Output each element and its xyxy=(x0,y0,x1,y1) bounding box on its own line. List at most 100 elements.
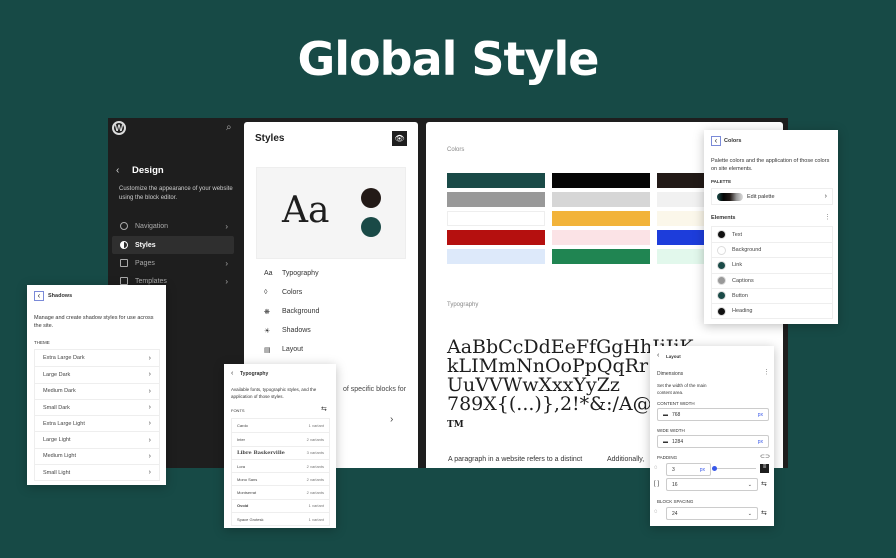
back-button[interactable]: ‹ xyxy=(711,136,721,146)
element-item-background[interactable]: Background xyxy=(712,242,832,257)
font-variants: 3 variants xyxy=(306,450,324,456)
chevron-right-icon: › xyxy=(148,452,151,460)
shadow-item[interactable]: Medium Light › xyxy=(35,447,159,464)
font-variants: 2 variants xyxy=(306,476,324,482)
styles-menu-typography[interactable]: Aa Typography xyxy=(264,270,319,277)
color-indicator-icon xyxy=(717,245,726,255)
style-preview[interactable]: Aa xyxy=(256,167,406,259)
unit-label: px xyxy=(757,438,763,445)
element-item-link[interactable]: Link xyxy=(712,257,832,272)
content-width-input[interactable]: ▬ 768 px xyxy=(657,408,769,421)
adjust-icon[interactable]: ⇆ xyxy=(761,509,767,517)
chevron-right-icon: › xyxy=(225,276,228,286)
search-icon[interactable]: ⌕ xyxy=(226,122,232,133)
content-width-value: 768 xyxy=(672,411,681,418)
color-swatch[interactable] xyxy=(552,230,650,245)
element-label: Captions xyxy=(732,277,754,284)
shadow-item[interactable]: Small Dark › xyxy=(35,398,159,415)
block-spacing-value: 24 xyxy=(672,510,678,517)
back-icon[interactable]: ‹ xyxy=(116,165,119,176)
shadow-item[interactable]: Large Light › xyxy=(35,431,159,447)
more-options-icon[interactable]: ⋮ xyxy=(824,213,831,221)
blocks-chevron-icon[interactable]: › xyxy=(390,414,393,425)
palette-label: PALETTE xyxy=(711,179,732,184)
adjust-icon[interactable]: ⇆ xyxy=(761,480,767,488)
wide-width-input[interactable]: ▬ 1284 px xyxy=(657,435,769,448)
more-options-icon[interactable]: ⋮ xyxy=(763,368,770,376)
typography-icon: Aa xyxy=(264,270,273,277)
element-item-captions[interactable]: Captions xyxy=(712,272,832,288)
font-item[interactable]: Inter 2 variants xyxy=(232,432,329,445)
sidebar-item-styles[interactable]: Styles xyxy=(112,236,234,254)
nav-label: Styles xyxy=(135,241,156,249)
font-item[interactable]: Space Grotesk 1 variant xyxy=(232,512,329,525)
wordpress-logo-icon[interactable]: W xyxy=(112,121,126,135)
layout-icon: ▤ xyxy=(264,347,271,354)
color-swatch[interactable] xyxy=(447,211,545,226)
color-swatch[interactable] xyxy=(447,192,545,207)
block-spacing-label: BLOCK SPACING xyxy=(657,499,694,504)
color-swatch[interactable] xyxy=(552,192,650,207)
element-item-heading[interactable]: Heading xyxy=(712,302,832,318)
element-item-button[interactable]: Button xyxy=(712,287,832,303)
styles-menu-layout[interactable]: ▤ Layout xyxy=(264,346,303,354)
shadow-item[interactable]: Large Dark › xyxy=(35,366,159,382)
shadow-label: Extra Large Dark xyxy=(43,355,85,362)
shadow-item[interactable]: Small Light › xyxy=(35,464,159,480)
sidebar-item-navigation[interactable]: Navigation › xyxy=(112,217,234,235)
styles-menu-colors[interactable]: ◊ Colors xyxy=(264,289,302,296)
paragraph-sample: A paragraph in a website refers to a dis… xyxy=(448,456,583,463)
color-indicator-icon xyxy=(717,306,726,316)
preview-eye-button[interactable]: 👁 xyxy=(392,131,407,146)
font-item[interactable]: Ovoid 1 variant xyxy=(232,498,329,512)
color-swatch[interactable] xyxy=(552,249,650,264)
block-spacing-select[interactable]: 24 ⌄ xyxy=(666,507,758,520)
shadow-label: Large Light xyxy=(43,437,71,444)
padding-options-button[interactable]: ≡ xyxy=(760,464,769,473)
spacing-icon: ◌ xyxy=(654,509,658,515)
edit-palette-button[interactable]: Edit palette › xyxy=(711,188,833,205)
shadow-label: Small Light xyxy=(43,469,71,476)
sidebar-item-pages[interactable]: Pages › xyxy=(112,254,234,272)
templates-icon xyxy=(120,277,128,285)
element-label: Link xyxy=(732,262,743,269)
back-icon[interactable]: ‹ xyxy=(231,370,233,377)
styles-title: Styles xyxy=(255,133,285,144)
typography-card: ‹ Typography Available fonts, typographi… xyxy=(224,364,336,528)
menu-label: Typography xyxy=(282,270,319,277)
shadow-item[interactable]: Extra Large Light › xyxy=(35,415,159,431)
edit-palette-label: Edit palette xyxy=(747,193,775,200)
font-item[interactable]: Lora 2 variants xyxy=(232,458,329,472)
colors-description: Palette colors and the application of th… xyxy=(711,158,830,172)
padding-input[interactable]: 3 px xyxy=(666,463,711,476)
styles-menu-shadows[interactable]: ☀ Shadows xyxy=(264,327,311,335)
shadow-item[interactable]: Medium Dark › xyxy=(35,382,159,399)
color-swatch[interactable] xyxy=(552,211,650,226)
shadow-item[interactable]: Extra Large Dark › xyxy=(35,350,159,366)
padding-label: PADDING xyxy=(657,455,678,460)
shadow-label: Medium Dark xyxy=(43,388,76,395)
color-swatch[interactable] xyxy=(447,230,545,245)
color-swatch[interactable] xyxy=(552,173,650,188)
chevron-right-icon: › xyxy=(148,469,151,477)
colors-title: Colors xyxy=(724,138,742,144)
padding-slider[interactable] xyxy=(712,466,756,471)
layout-card: ‹ Layout Dimensions ⋮ Set the width of t… xyxy=(650,346,774,526)
styles-menu-background[interactable]: ❋ Background xyxy=(264,308,319,316)
font-item[interactable]: Montserrat 2 variants xyxy=(232,485,329,498)
padding-select[interactable]: 16 ⌄ xyxy=(666,478,758,491)
link-icon[interactable]: ⊂⊃ xyxy=(760,453,770,460)
font-item[interactable]: Libre Baskerville 3 variants xyxy=(232,445,329,459)
font-settings-icon[interactable]: ⇆ xyxy=(321,405,327,413)
font-item[interactable]: Cardo 1 variant xyxy=(232,419,329,432)
color-swatch[interactable] xyxy=(447,249,545,264)
color-swatch[interactable] xyxy=(447,173,545,188)
font-name: Ovoid xyxy=(237,503,249,509)
font-item[interactable]: Mono Sans 2 variants xyxy=(232,472,329,485)
back-button[interactable]: ‹ xyxy=(34,291,44,301)
padding-value: 3 xyxy=(672,466,675,473)
element-item-text[interactable]: Text xyxy=(712,227,832,242)
font-name: Montserrat xyxy=(237,490,257,496)
chevron-right-icon: › xyxy=(225,258,228,268)
back-icon[interactable]: ‹ xyxy=(657,352,659,359)
